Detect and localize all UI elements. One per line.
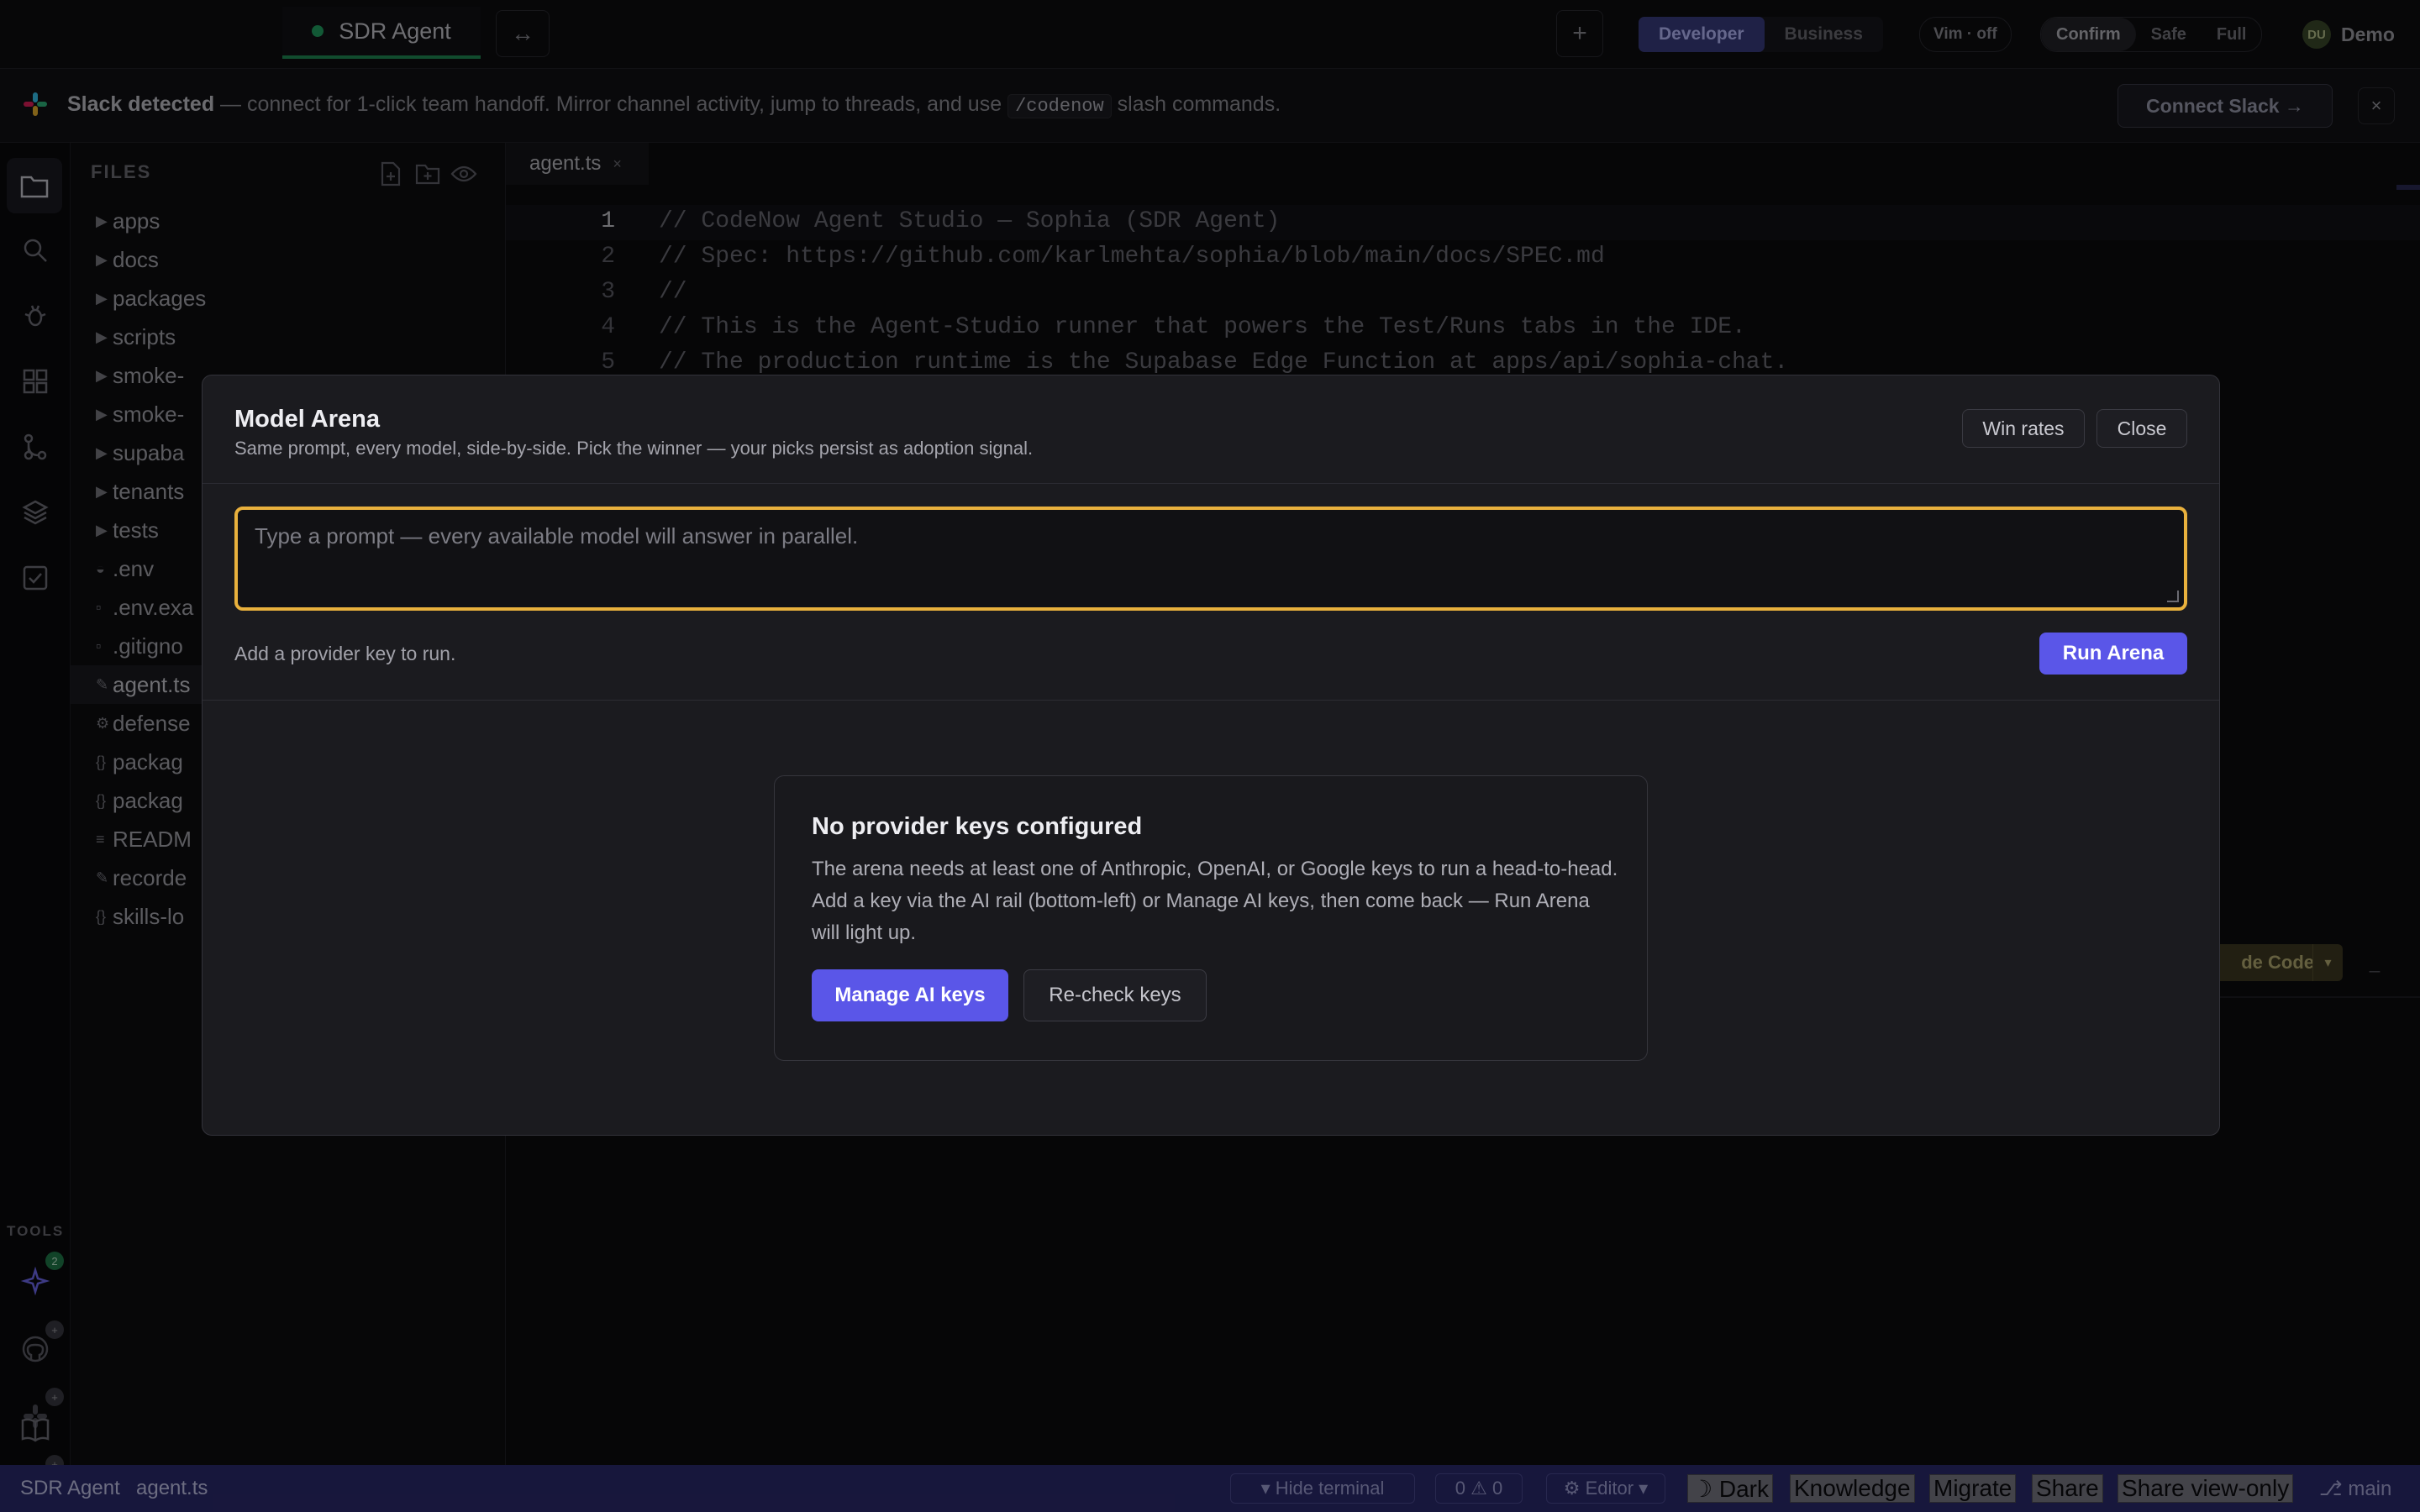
- close-dialog-button[interactable]: Close: [2096, 409, 2187, 448]
- run-arena-button[interactable]: Run Arena: [2039, 633, 2187, 675]
- prompt-field-wrapper: [234, 507, 2187, 611]
- manage-ai-keys-button[interactable]: Manage AI keys: [812, 969, 1008, 1021]
- prompt-input[interactable]: [238, 510, 2184, 607]
- resize-handle-icon[interactable]: [2167, 591, 2179, 602]
- no-keys-body: The arena needs at least one of Anthropi…: [812, 858, 1618, 944]
- model-arena-dialog: Model Arena Same prompt, every model, si…: [202, 375, 2220, 1136]
- dialog-subtitle: Same prompt, every model, side-by-side. …: [234, 438, 1034, 459]
- divider: [203, 700, 2219, 701]
- recheck-keys-button[interactable]: Re-check keys: [1023, 969, 1207, 1021]
- no-keys-card: No provider keys configured The arena ne…: [774, 775, 1648, 1061]
- win-rates-button[interactable]: Win rates: [1962, 409, 2085, 448]
- provider-hint: Add a provider key to run.: [234, 643, 456, 664]
- divider: [203, 483, 2219, 484]
- dialog-title: Model Arena: [234, 406, 380, 433]
- no-keys-title: No provider keys configured: [812, 813, 1143, 840]
